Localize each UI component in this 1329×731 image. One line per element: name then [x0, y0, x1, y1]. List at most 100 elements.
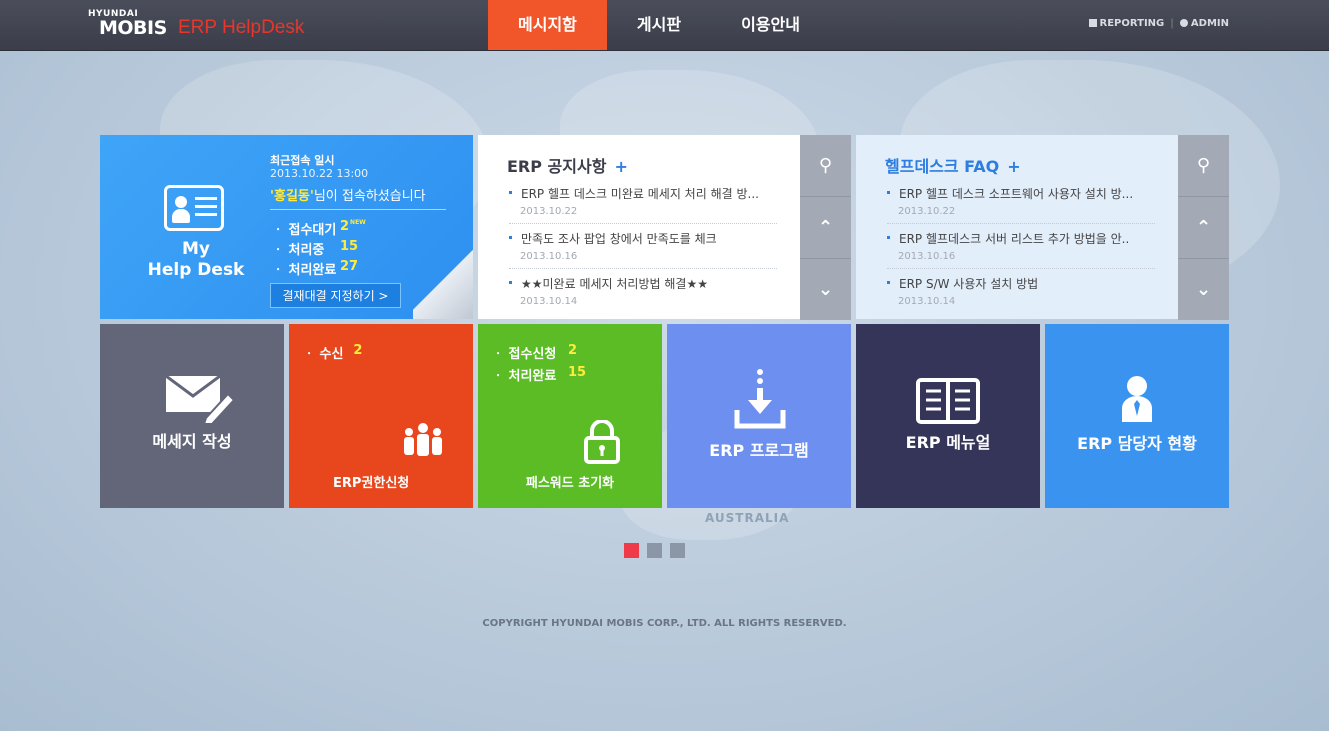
divider: | [1170, 18, 1174, 29]
faq-item-title: ERP 헬프 데스크 소프트웨어 사용자 설치 방... [887, 185, 1155, 202]
notice-item-title: 만족도 조사 팝업 창에서 만족도를 체크 [509, 230, 777, 247]
chevron-down-icon: ⌄ [1195, 279, 1212, 300]
id-card-icon [164, 185, 224, 231]
password-label: 패스워드 초기화 [525, 476, 615, 491]
book-icon [916, 378, 980, 424]
faq-down-button[interactable]: ⌄ [1178, 259, 1229, 320]
notice-up-button[interactable]: ⌃ [800, 197, 851, 259]
notice-item-date: 2013.10.14 [520, 296, 578, 307]
notice-controls: ⚲ ⌃ ⌄ [800, 135, 851, 320]
new-badge: NEW [350, 219, 366, 226]
download-icon [734, 369, 786, 429]
stat-value: 27 [340, 259, 359, 274]
notice-item-title: ERP 헬프 데스크 미완료 메세지 처리 해결 방... [509, 185, 777, 202]
faq-panel: 헬프데스크 FAQ + ERP 헬프 데스크 소프트웨어 사용자 설치 방... 2… [856, 135, 1178, 319]
user-name: '홍길동' [270, 189, 314, 204]
faq-item-date: 2013.10.22 [898, 206, 956, 217]
stat-value: 2 [340, 219, 350, 234]
people-group-icon [404, 423, 442, 456]
notice-panel: ERP 공지사항 + ERP 헬프 데스크 미완료 메세지 처리 해결 방... 2… [478, 135, 800, 319]
notice-more-icon[interactable]: + [614, 157, 627, 176]
logo-erp-helpdesk[interactable]: ERP HelpDesk [178, 17, 304, 39]
pagination [624, 543, 685, 558]
reporting-link[interactable]: REPORTING [1088, 18, 1165, 29]
faq-up-button[interactable]: ⌃ [1178, 197, 1229, 259]
compose-message-tile[interactable]: 메세지 작성 [100, 324, 284, 508]
stat-label: ㆍ 처리완료 [492, 369, 557, 384]
faq-item-title: ERP S/W 사용자 설치 방법 [887, 275, 1155, 292]
notice-search-button[interactable]: ⚲ [800, 135, 851, 197]
map-label: AUSTRALIA [705, 511, 790, 525]
notice-title-text: ERP 공지사항 [507, 157, 607, 176]
top-bar: HYUNDAI MOBIS ERP HelpDesk 메시지함 게시판 이용안내… [0, 0, 1329, 51]
gear-icon [1179, 19, 1188, 27]
notice-item-title: ★★미완료 메세지 처리방법 해결★★ [509, 275, 777, 292]
notice-item[interactable]: 만족도 조사 팝업 창에서 만족도를 체크 2013.10.16 [509, 230, 777, 269]
faq-title[interactable]: 헬프데스크 FAQ + [885, 153, 1021, 177]
nav-item-board[interactable]: 게시판 [607, 0, 711, 50]
title-line1: My [182, 239, 210, 259]
erp-manager-tile[interactable]: ERP 담당자 현황 [1045, 324, 1229, 508]
faq-search-button[interactable]: ⚲ [1178, 135, 1229, 197]
welcome-suffix: 님이 접속하셨습니다 [313, 189, 426, 204]
manager-label: ERP 담당자 현황 [1077, 434, 1197, 453]
admin-link[interactable]: ADMIN [1179, 18, 1229, 29]
lock-icon [584, 420, 620, 464]
erp-program-tile[interactable]: ERP 프로그램 [667, 324, 851, 508]
faq-item-date: 2013.10.14 [898, 296, 956, 307]
stat-label: ㆍ 처리중 [272, 243, 325, 258]
faq-item-title: ERP 헬프데스크 서버 리스트 추가 방법을 안.. [887, 230, 1155, 247]
stat-waiting[interactable]: ㆍ 접수대기 2 NEW [272, 219, 366, 238]
notice-item[interactable]: ERP 헬프 데스크 미완료 메세지 처리 해결 방... 2013.10.22 [509, 185, 777, 224]
nav-item-guide[interactable]: 이용안내 [711, 0, 830, 50]
document-icon [1088, 19, 1097, 27]
logo-mobis[interactable]: MOBIS [99, 17, 167, 39]
notice-item[interactable]: ★★미완료 메세지 처리방법 해결★★ 2013.10.14 [509, 275, 777, 307]
title-line2: Help Desk [147, 260, 245, 280]
reporting-label: REPORTING [1099, 18, 1165, 29]
manual-label: ERP 메뉴얼 [905, 433, 991, 452]
faq-item[interactable]: ERP 헬프데스크 서버 리스트 추가 방법을 안.. 2013.10.16 [887, 230, 1155, 269]
admin-label: ADMIN [1190, 18, 1229, 29]
chevron-down-icon: ⌄ [817, 279, 834, 300]
divider [270, 209, 446, 210]
stat-processing[interactable]: ㆍ 처리중 15 [272, 239, 358, 258]
request-stat: ㆍ 접수신청 2 [492, 343, 577, 362]
faq-item[interactable]: ERP S/W 사용자 설치 방법 2013.10.14 [887, 275, 1155, 307]
erp-authority-tile[interactable]: ㆍ 수신 2 ERP권한신청 [289, 324, 473, 508]
my-helpdesk-title[interactable]: My Help Desk [140, 239, 252, 281]
faq-item[interactable]: ERP 헬프 데스크 소프트웨어 사용자 설치 방... 2013.10.22 [887, 185, 1155, 224]
stat-label: ㆍ 수신 [303, 347, 344, 362]
faq-item-date: 2013.10.16 [898, 251, 956, 262]
stat-complete[interactable]: ㆍ 처리완료 27 [272, 259, 358, 278]
faq-controls: ⚲ ⌃ ⌄ [1178, 135, 1229, 320]
page-curl [413, 239, 473, 319]
compose-label: 메세지 작성 [152, 432, 232, 451]
notice-item-date: 2013.10.16 [520, 251, 578, 262]
stat-value: 2 [568, 343, 578, 358]
erp-manual-tile[interactable]: ERP 메뉴얼 [856, 324, 1040, 508]
delegate-approval-button[interactable]: 결재대결 지정하기 > [270, 283, 401, 308]
notice-down-button[interactable]: ⌄ [800, 259, 851, 320]
my-helpdesk-panel: My Help Desk 최근접속 일시 2013.10.22 13:00 '홍… [100, 135, 473, 319]
envelope-pen-icon [165, 374, 236, 424]
notice-item-date: 2013.10.22 [520, 206, 578, 217]
stat-value: 2 [353, 343, 363, 358]
faq-more-icon[interactable]: + [1007, 157, 1020, 176]
person-icon [1122, 374, 1152, 422]
page-dot-1[interactable] [624, 543, 639, 558]
stat-label: ㆍ 접수신청 [492, 347, 557, 362]
page-dot-3[interactable] [670, 543, 685, 558]
search-icon: ⚲ [818, 155, 833, 176]
search-icon: ⚲ [1196, 155, 1211, 176]
nav-item-messages[interactable]: 메시지함 [488, 0, 607, 50]
page-dot-2[interactable] [647, 543, 662, 558]
received-stat: ㆍ 수신 2 [303, 343, 362, 362]
stat-label: ㆍ 접수대기 [272, 223, 337, 238]
stat-value: 15 [568, 365, 587, 380]
program-label: ERP 프로그램 [709, 441, 809, 460]
utility-links: REPORTING | ADMIN [1088, 18, 1229, 29]
password-reset-tile[interactable]: ㆍ 접수신청 2 ㆍ 처리완료 15 패스워드 초기화 [478, 324, 662, 508]
notice-title[interactable]: ERP 공지사항 + [507, 153, 628, 177]
chevron-up-icon: ⌃ [1195, 217, 1212, 238]
